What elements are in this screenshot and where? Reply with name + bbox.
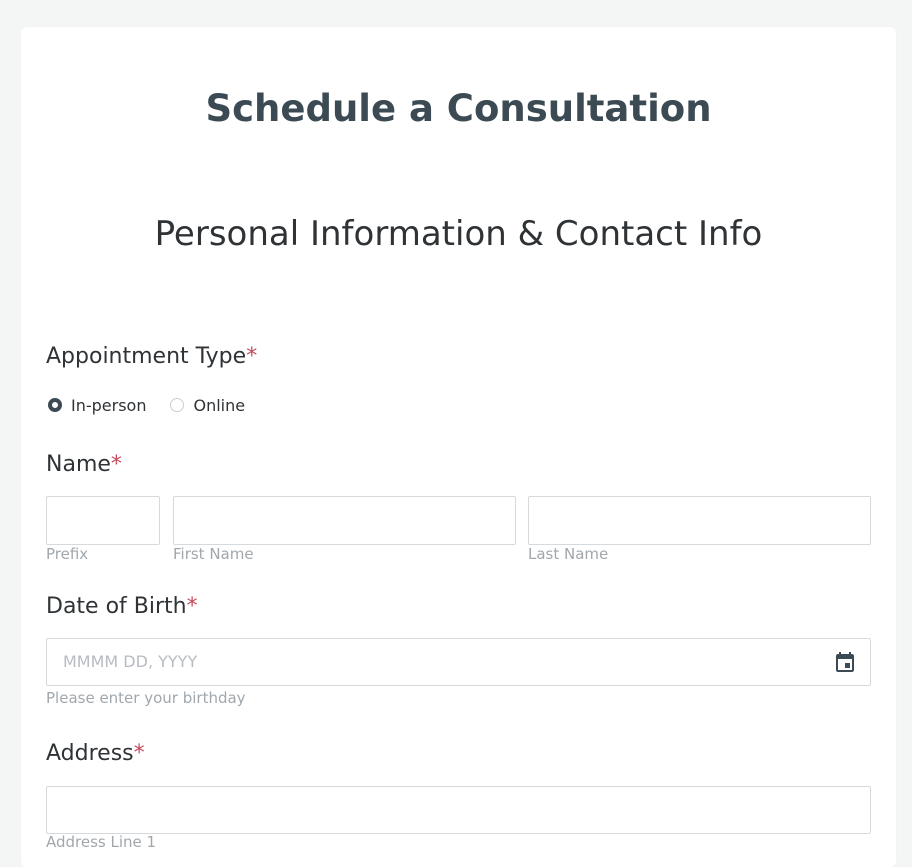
required-mark: *: [133, 741, 145, 766]
date-of-birth-label-text: Date of Birth: [46, 594, 187, 619]
date-of-birth-label: Date of Birth*: [46, 593, 198, 621]
address-label-text: Address: [46, 741, 134, 766]
section-heading: Personal Information & Contact Info: [154, 214, 763, 254]
first-name-input[interactable]: [173, 496, 516, 545]
prefix-input[interactable]: [46, 496, 160, 545]
last-name-sublabel: Last Name: [528, 545, 609, 563]
required-mark: *: [246, 344, 258, 369]
radio-online-label: Online: [193, 395, 246, 415]
date-of-birth-placeholder: MMMM DD, YYYY: [63, 652, 198, 671]
radio-in-person-control[interactable]: [48, 398, 62, 412]
name-label: Name*: [46, 451, 122, 479]
required-mark: *: [186, 594, 198, 619]
address-label: Address*: [46, 740, 145, 768]
date-of-birth-helper: Please enter your birthday: [46, 689, 246, 707]
address-line-1-sublabel: Address Line 1: [46, 833, 157, 851]
radio-online[interactable]: Online: [170, 396, 245, 415]
appointment-type-label-text: Appointment Type: [46, 344, 247, 369]
radio-online-control[interactable]: [170, 398, 185, 412]
form-title: Schedule a Consultation: [205, 87, 712, 130]
radio-in-person-label: In-person: [71, 395, 147, 415]
date-of-birth-input[interactable]: MMMM DD, YYYY: [46, 638, 871, 686]
appointment-type-label: Appointment Type*: [46, 343, 257, 371]
radio-in-person[interactable]: In-person: [48, 396, 146, 415]
last-name-input[interactable]: [528, 496, 871, 545]
first-name-sublabel: First Name: [173, 545, 254, 563]
form-card: Schedule a Consultation Personal Informa…: [21, 27, 896, 867]
calendar-icon[interactable]: [833, 650, 857, 674]
required-mark: *: [110, 452, 122, 477]
address-line-1-input[interactable]: [46, 786, 871, 834]
name-label-text: Name: [46, 452, 111, 477]
prefix-sublabel: Prefix: [46, 545, 89, 563]
appointment-type-radio-group: In-person Online: [48, 393, 269, 417]
